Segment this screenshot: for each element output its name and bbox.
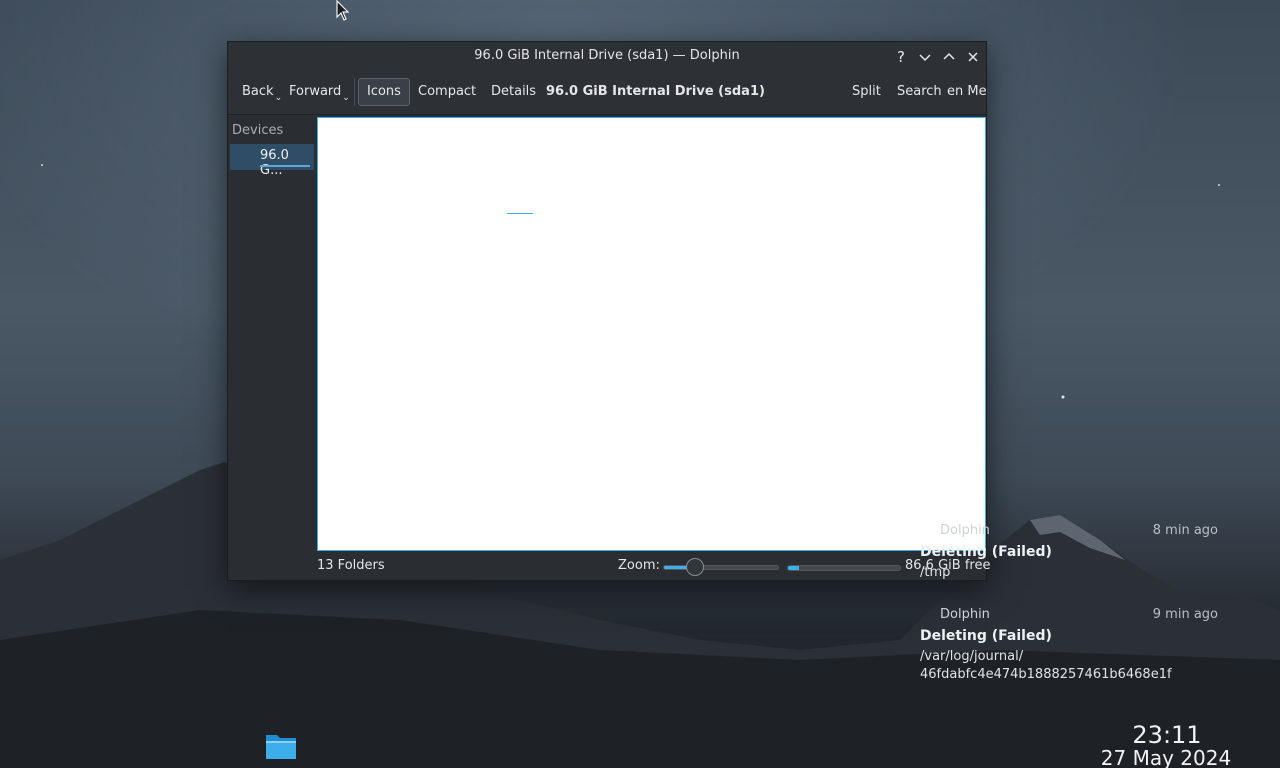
forward-button[interactable]: Forward⌄: [281, 78, 358, 106]
notification-app: Dolphin: [940, 607, 990, 622]
notification-title: Deleting (Failed): [920, 628, 1052, 644]
rename-underline: [507, 213, 533, 214]
zoom-label: Zoom:: [618, 558, 660, 573]
close-icon: [968, 52, 978, 62]
notification-body: /tmp: [920, 565, 951, 580]
split-button[interactable]: Split: [844, 78, 889, 106]
mouse-pointer-icon: [336, 0, 350, 21]
dolphin-window: 96.0 GiB Internal Drive (sda1) — Dolphin…: [227, 41, 990, 581]
places-panel: Devices 96.0 G...: [228, 116, 316, 552]
maximize-button[interactable]: [938, 46, 960, 68]
close-button[interactable]: [962, 46, 984, 68]
notification-time: 9 min ago: [1152, 607, 1218, 622]
chevron-down-icon: [919, 54, 931, 62]
folder-icon[interactable]: [265, 732, 297, 760]
view-icons-button[interactable]: Icons: [358, 78, 410, 106]
places-item-label: 96.0 G...: [260, 148, 289, 178]
disk-space-fill: [788, 566, 799, 570]
location-breadcrumb[interactable]: 96.0 GiB Internal Drive (sda1): [538, 78, 773, 106]
clock-time[interactable]: 23:11: [1108, 721, 1226, 749]
minimize-button[interactable]: [914, 46, 936, 68]
status-bar: 13 Folders Zoom: 86.6 GiB free: [228, 552, 990, 580]
notification-journal[interactable]: Dolphin 9 min ago Deleting (Failed) /var…: [920, 607, 1220, 687]
file-view[interactable]: [317, 117, 986, 551]
view-compact-button[interactable]: Compact: [410, 78, 484, 106]
drive-usage-bar: [260, 165, 310, 167]
places-item-drive[interactable]: 96.0 G...: [230, 144, 314, 178]
zoom-slider-handle[interactable]: [686, 558, 704, 576]
forward-label: Forward: [289, 84, 342, 99]
places-section-devices: Devices: [232, 123, 284, 138]
notification-tmp[interactable]: Dolphin 8 min ago Deleting (Failed) /tmp: [920, 523, 1220, 593]
folder-count: 13 Folders: [317, 558, 385, 573]
window-title: 96.0 GiB Internal Drive (sda1) — Dolphin: [474, 48, 740, 63]
back-label: Back: [242, 84, 274, 99]
clock-date[interactable]: 27 May 2024: [1096, 746, 1236, 768]
title-bar[interactable]: 96.0 GiB Internal Drive (sda1) — Dolphin…: [228, 42, 986, 72]
chevron-up-icon: [943, 52, 955, 60]
view-details-button[interactable]: Details: [483, 78, 544, 106]
zoom-slider[interactable]: [663, 565, 779, 570]
chevron-down-icon[interactable]: ⌄: [342, 93, 350, 103]
disk-space-bar: [787, 565, 901, 571]
menu-button[interactable]: en Me: [939, 78, 986, 106]
notification-time: 8 min ago: [1152, 523, 1218, 538]
toolbar: Back ⌄ Forward⌄ Icons Compact Details 96.…: [228, 72, 986, 115]
notification-app: Dolphin: [940, 523, 990, 538]
help-icon[interactable]: ?: [890, 46, 912, 68]
notification-body-id: 46fdabfc4e474b1888257461b6468e1f: [920, 667, 1172, 682]
notification-body-path: /var/log/journal/: [920, 649, 1024, 664]
toolbar-separator: [354, 78, 355, 106]
notification-title: Deleting (Failed): [920, 544, 1052, 560]
